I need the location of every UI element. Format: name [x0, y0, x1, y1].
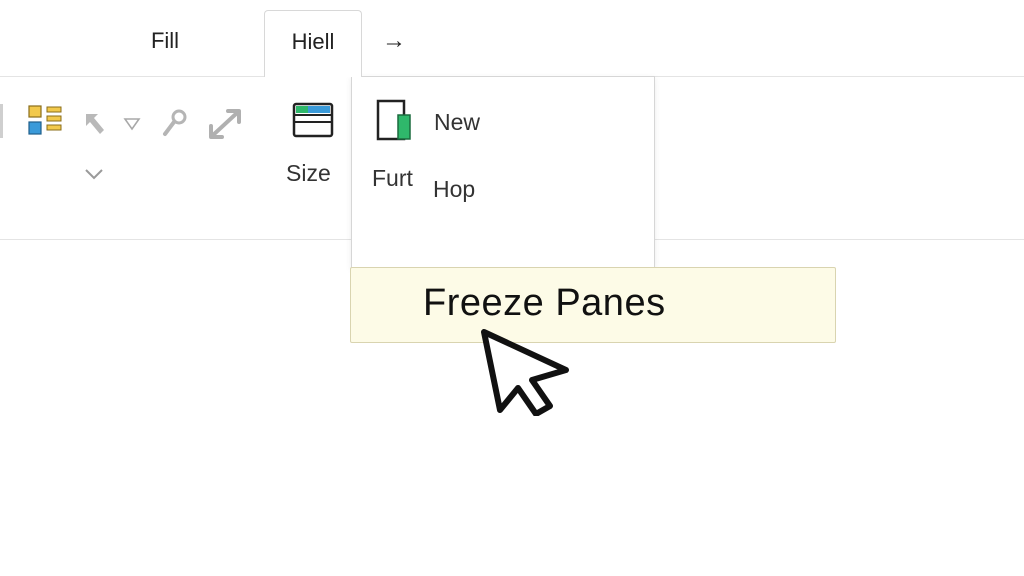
tab-fill[interactable]: Fill [130, 10, 200, 76]
chevron-down-icon[interactable] [83, 167, 105, 181]
dropdown-menu: New Furt Hop [351, 76, 655, 268]
resize-icon[interactable] [206, 106, 244, 142]
new-document-icon[interactable] [376, 99, 416, 143]
mouse-pointer-icon [478, 326, 574, 421]
tab-arrow-icon[interactable]: → [376, 10, 412, 76]
arrow-up-left-icon[interactable] [82, 110, 108, 138]
layout-grid-icon[interactable] [28, 104, 64, 140]
freeze-panes-label: Freeze Panes [423, 282, 666, 324]
tab-bar: Fill Hiell → [0, 0, 1024, 77]
pin-icon[interactable] [161, 108, 189, 138]
menu-item-new[interactable]: New [434, 109, 480, 136]
ribbon-separator [0, 104, 3, 138]
freeze-panes-item[interactable]: Freeze Panes [350, 267, 836, 343]
app-window: Fill Hiell → Size New Furt Hop Freeze Pa… [0, 0, 1024, 576]
window-icon[interactable] [292, 102, 334, 138]
size-button-label[interactable]: Size [286, 160, 331, 187]
dropdown-triangle-icon[interactable] [123, 117, 141, 131]
menu-item-hop[interactable]: Hop [433, 176, 475, 203]
tab-hiell[interactable]: Hiell [264, 10, 362, 77]
menu-item-furt[interactable]: Furt [372, 165, 413, 192]
